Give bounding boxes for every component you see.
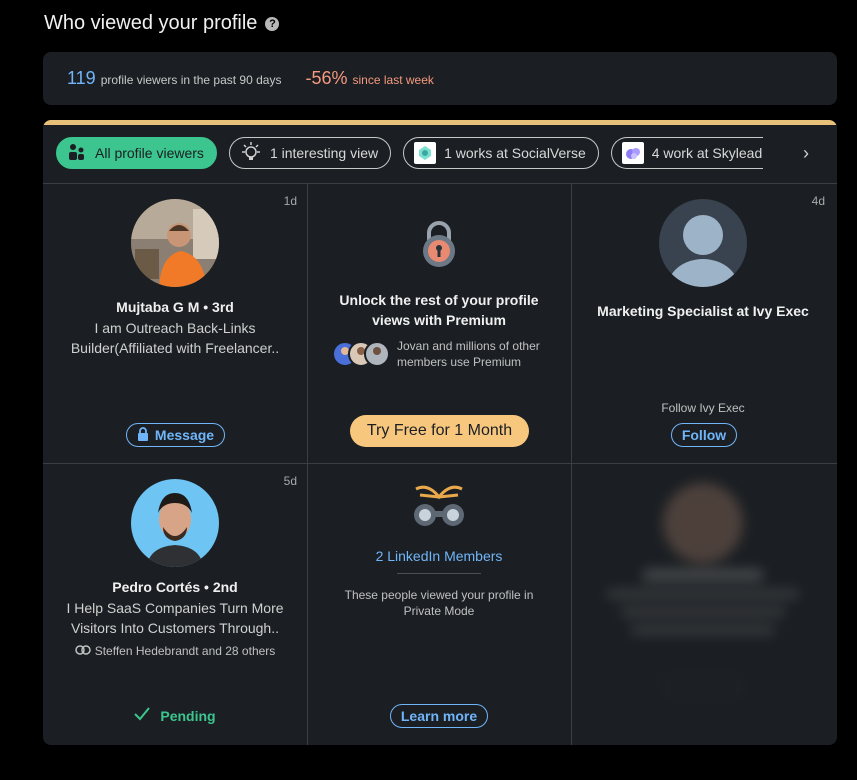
blurred-line [607, 589, 799, 599]
viewer-card-mujtaba[interactable]: 1d Mujtaba G M • 3rd I am Outreach Back-… [43, 183, 307, 463]
socialverse-logo-icon [414, 142, 437, 164]
viewers-stat[interactable]: 119 profile viewers in the past 90 days [67, 68, 281, 89]
headline-line: Visitors Into Customers Through.. [70, 620, 280, 636]
button-label: Message [154, 427, 215, 443]
filter-label: All profile viewers [95, 145, 204, 161]
skylead-logo-icon [621, 142, 644, 164]
question-circle-icon[interactable]: ? [265, 16, 280, 31]
mutual-connections-text: Steffen Hedebrandt and 28 others [94, 644, 276, 658]
message-button[interactable]: Message [126, 423, 225, 447]
premium-subtext: Jovan and millions of other members use … [397, 338, 540, 370]
lock-icon [137, 426, 149, 444]
avatar[interactable] [131, 479, 219, 567]
follow-button[interactable]: Follow [671, 423, 737, 447]
private-subtext-line: These people viewed your profile in [344, 588, 534, 602]
blurred-avatar [663, 483, 743, 563]
filter-bar: All profile viewers 1 interesting view 1… [56, 137, 837, 169]
viewers-panel: All profile viewers 1 interesting view 1… [43, 120, 837, 745]
filter-interesting-view[interactable]: 1 interesting view [228, 137, 392, 169]
page-title: Who viewed your profile ? [44, 12, 280, 35]
viewer-title: Marketing Specialist at Ivy Exec [597, 303, 809, 319]
viewer-headline: I am Outreach Back-Links Builder(Affilia… [63, 318, 287, 358]
private-subtext-line: Private Mode [403, 604, 475, 618]
private-subtext: These people viewed your profile in Priv… [307, 587, 571, 619]
blurred-content [571, 463, 835, 743]
viewer-name[interactable]: Pedro Cortés • 2nd [43, 579, 307, 595]
change-label: since last week [352, 73, 434, 87]
padlock-icon [419, 219, 459, 274]
filter-label: 1 works at SocialVerse [444, 145, 586, 161]
private-members-link[interactable]: 2 LinkedIn Members [307, 548, 571, 564]
filter-label: 1 interesting view [269, 145, 379, 161]
viewers-label: profile viewers in the past 90 days [100, 73, 282, 87]
checkmark-icon [134, 707, 151, 724]
premium-title: Unlock the rest of your profile views wi… [307, 290, 571, 330]
filter-all-viewers[interactable]: All profile viewers [56, 137, 217, 169]
view-time: 1d [283, 194, 297, 208]
people-icon [67, 142, 87, 165]
avatar[interactable] [131, 199, 219, 287]
blurred-line [631, 625, 775, 635]
premium-social-proof: Jovan and millions of other members use … [331, 338, 540, 370]
viewer-headline: I Help SaaS Companies Turn More Visitors… [63, 598, 287, 638]
change-value: -56% [305, 68, 348, 88]
blurred-name [643, 569, 763, 581]
change-stat: -56% since last week [305, 68, 433, 89]
learn-more-button[interactable]: Learn more [390, 704, 488, 728]
premium-upsell-card: Unlock the rest of your profile views wi… [307, 183, 571, 463]
chevron-right-icon[interactable]: › [803, 143, 809, 164]
lightbulb-icon [240, 141, 262, 165]
premium-accent-bar [43, 120, 837, 125]
viewers-count: 119 [67, 68, 96, 88]
headline-line: I Help SaaS Companies Turn More [66, 600, 284, 616]
blurred-line [621, 607, 785, 617]
private-viewers-card: 2 LinkedIn Members These people viewed y… [307, 463, 571, 743]
stats-bar: 119 profile viewers in the past 90 days … [43, 52, 837, 105]
view-time: 4d [811, 194, 825, 208]
filter-socialverse[interactable]: 1 works at SocialVerse [403, 137, 599, 169]
try-premium-button[interactable]: Try Free for 1 Month [350, 415, 529, 447]
mutual-connections[interactable]: Steffen Hedebrandt and 28 others [43, 644, 307, 658]
filter-skylead[interactable]: 4 work at Skylead [610, 137, 763, 169]
blurred-viewer-card [571, 463, 835, 743]
pending-status: Pending [43, 707, 307, 724]
follow-label: Follow Ivy Exec [661, 401, 745, 415]
blurred-button [663, 677, 743, 697]
divider [397, 573, 481, 574]
binoculars-icon [410, 485, 468, 532]
filter-label: 4 work at Skylead [651, 145, 763, 161]
headline-line: I am Outreach Back-Links [94, 320, 256, 336]
view-time: 5d [283, 474, 297, 488]
page-title-text: Who viewed your profile [44, 12, 258, 34]
headline-line: Builder(Affiliated with Freelancer.. [70, 340, 280, 356]
mutual-connections-icon [74, 644, 91, 658]
premium-subtext-line: Jovan and millions of other [397, 339, 540, 353]
viewer-name[interactable]: Mujtaba G M • 3rd [43, 299, 307, 315]
premium-title-line: Unlock the rest of your profile [339, 292, 539, 308]
viewer-card-anonymous[interactable]: 4d Marketing Specialist at Ivy Exec Foll… [571, 183, 835, 463]
premium-title-line: views with Premium [372, 312, 506, 328]
pending-label: Pending [160, 707, 216, 724]
premium-avatars [331, 340, 391, 368]
viewer-card-pedro[interactable]: 5d Pedro Cortés • 2nd I Help SaaS Compan… [43, 463, 307, 743]
anonymous-avatar-icon [659, 199, 747, 287]
premium-subtext-line: members use Premium [397, 355, 522, 369]
